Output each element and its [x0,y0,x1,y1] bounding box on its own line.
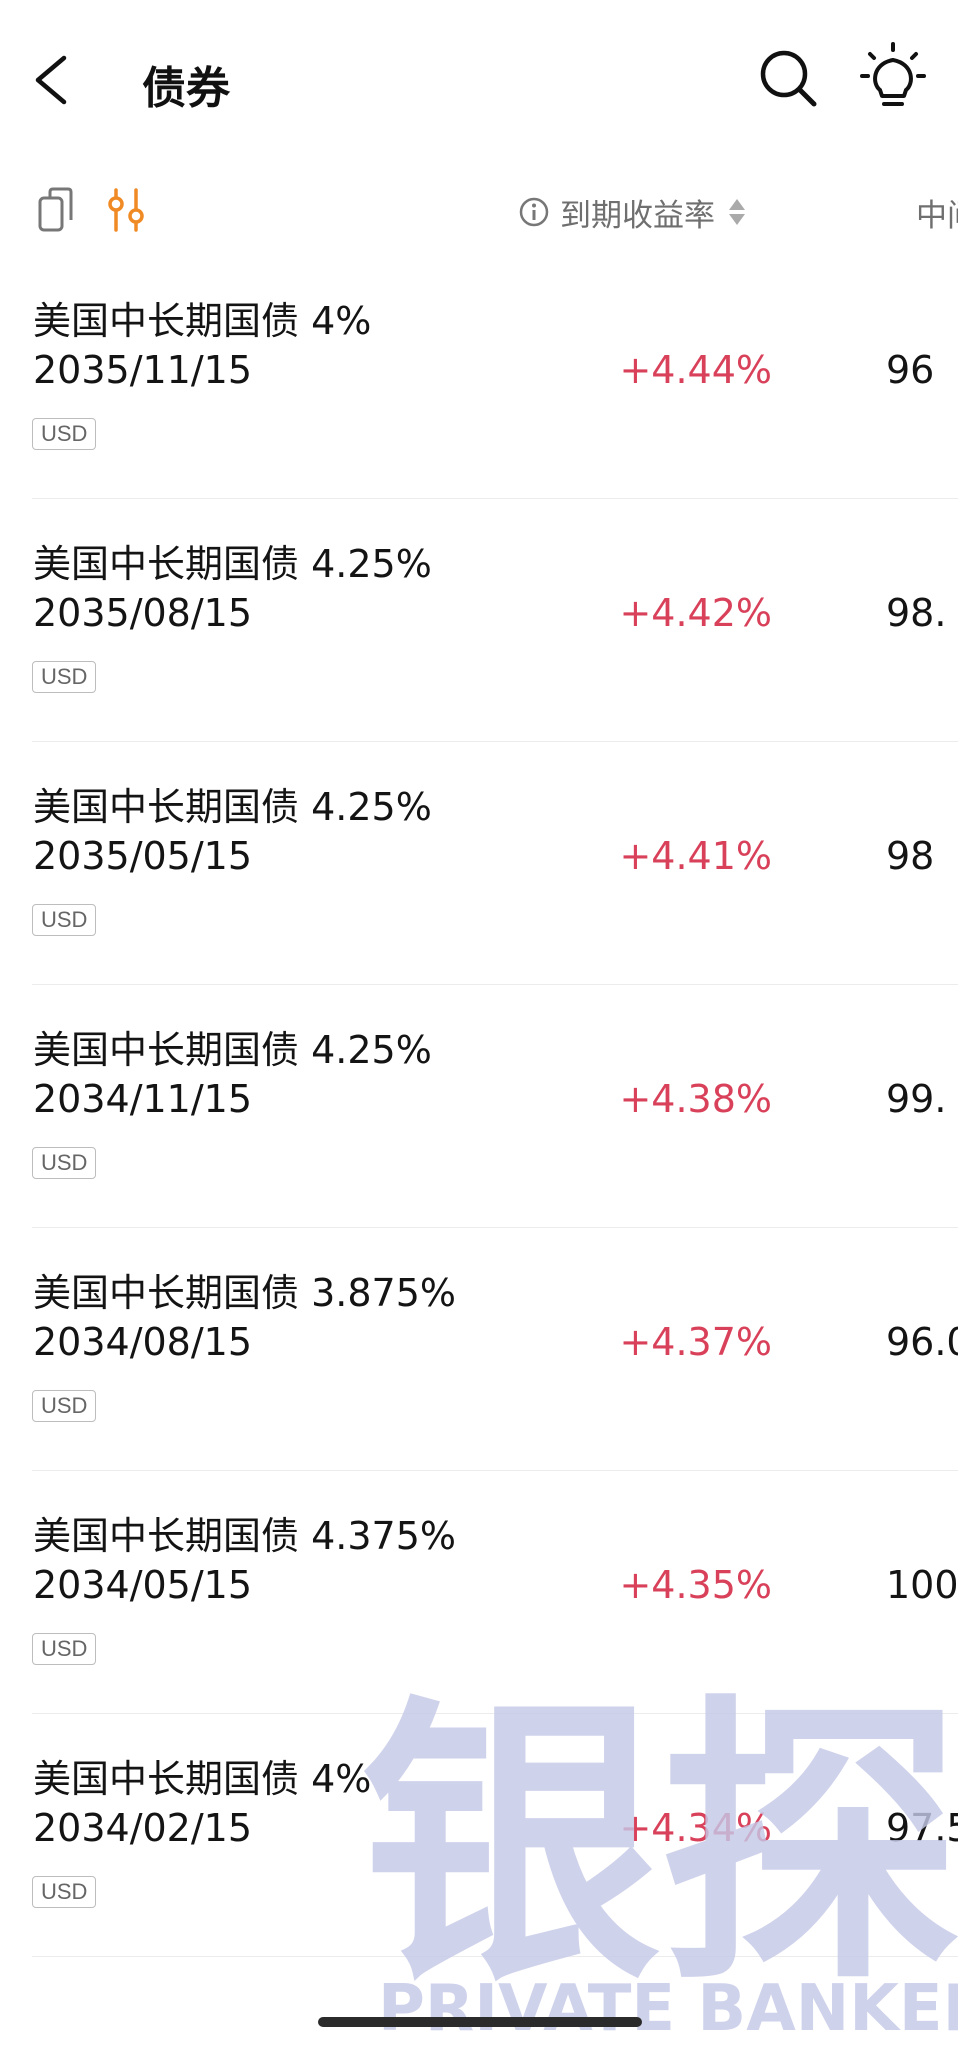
yield-value: +4.34% [619,1806,772,1850]
list-item[interactable]: 美国中长期国债 4% 2035/11/15 USD +4.44% 96 [0,256,958,499]
bond-name: 美国中长期国债 4.25% [33,542,432,586]
price-value: 96.0 [886,1320,958,1364]
top-bar: 债券 [0,0,958,160]
yield-value: +4.38% [619,1077,772,1121]
lightbulb-icon [860,42,926,106]
list-item[interactable]: 美国中长期国债 4% 2034/02/15 USD +4.34% 97.5 [0,1714,958,1957]
back-button[interactable] [30,50,80,110]
bond-name: 美国中长期国债 4.25% [33,785,432,829]
filter-icon [108,188,144,232]
currency-badge: USD [32,418,97,450]
list-item[interactable]: 美国中长期国债 4.375% 2034/05/15 USD +4.35% 100 [0,1471,958,1714]
bond-name: 美国中长期国债 4% [33,1757,372,1801]
price-value: 97.5 [886,1806,958,1850]
yield-value: +4.42% [619,591,772,635]
currency-badge: USD [32,904,97,936]
price-value: 100 [886,1563,958,1607]
price-value: 98 [886,834,935,878]
list-toolbar: 到期收益率 中间 [0,170,958,250]
price-value: 99. [886,1077,947,1121]
copy-icon [38,187,73,232]
yield-value: +4.37% [619,1320,772,1364]
yield-sort-header[interactable]: 到期收益率 [518,190,747,234]
row-divider [32,1956,958,1957]
search-button[interactable] [756,46,820,110]
bond-name: 美国中长期国债 3.875% [33,1271,456,1315]
info-icon[interactable] [518,196,550,228]
bond-name: 美国中长期国债 4.375% [33,1514,456,1558]
list-item[interactable]: 美国中长期国债 3.875% 2034/08/15 USD +4.37% 96.… [0,1228,958,1471]
yield-value: +4.44% [619,348,772,392]
watermark-english: PRIVATE BANKER [378,1972,958,2046]
back-arrow-icon [35,55,67,105]
maturity-date: 2034/02/15 [33,1806,253,1850]
copy-button[interactable] [36,186,76,234]
maturity-date: 2035/08/15 [33,591,253,635]
filter-button[interactable] [104,186,148,234]
yield-value: +4.41% [619,834,772,878]
list-item[interactable]: 美国中长期国债 4.25% 2035/08/15 USD +4.42% 98. [0,499,958,742]
currency-badge: USD [32,1876,97,1908]
price-column-label[interactable]: 中间 [916,190,958,235]
currency-badge: USD [32,1633,97,1665]
currency-badge: USD [32,661,97,693]
list-item[interactable]: 美国中长期国债 4.25% 2034/11/15 USD +4.38% 99. [0,985,958,1228]
currency-badge: USD [32,1147,97,1179]
idea-button[interactable] [860,42,926,114]
maturity-date: 2035/11/15 [33,348,253,392]
page-title: 债券 [142,63,230,114]
bond-name: 美国中长期国债 4% [33,299,372,343]
maturity-date: 2034/05/15 [33,1563,253,1607]
bond-name: 美国中长期国债 4.25% [33,1028,432,1072]
search-icon [760,50,817,107]
maturity-date: 2034/11/15 [33,1077,253,1121]
maturity-date: 2034/08/15 [33,1320,253,1364]
maturity-date: 2035/05/15 [33,834,253,878]
bond-list: 美国中长期国债 4% 2035/11/15 USD +4.44% 96 美国中长… [0,256,958,1957]
list-item[interactable]: 美国中长期国债 4.25% 2035/05/15 USD +4.41% 98 [0,742,958,985]
price-value: 96 [886,348,935,392]
yield-column-label: 到期收益率 [560,197,715,234]
currency-badge: USD [32,1390,97,1422]
yield-value: +4.35% [619,1563,772,1607]
home-indicator[interactable] [318,2017,642,2027]
sort-icon [729,199,745,225]
price-value: 98. [886,591,947,635]
